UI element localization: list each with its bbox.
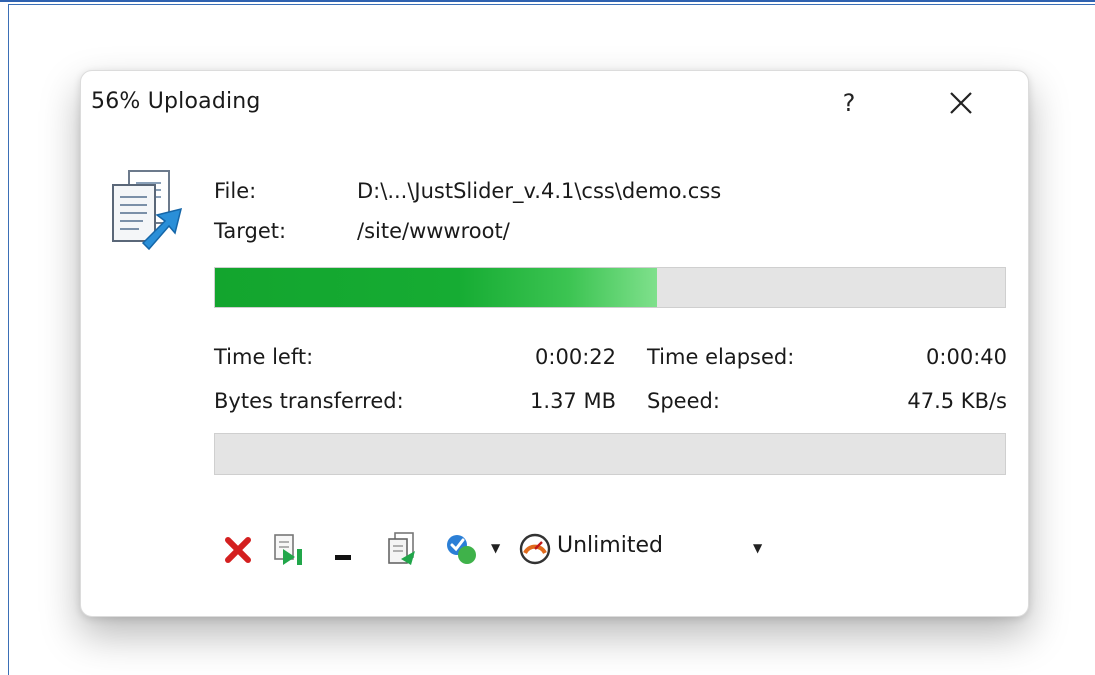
file-progress-fill bbox=[215, 268, 658, 307]
window-top-border bbox=[0, 0, 1095, 2]
time-left-label: Time left: bbox=[214, 345, 314, 369]
close-x-icon bbox=[950, 92, 972, 114]
close-button[interactable] bbox=[941, 85, 981, 121]
background-transfer-icon[interactable] bbox=[385, 529, 421, 569]
skip-file-icon[interactable] bbox=[271, 529, 307, 569]
postpone-dropdown-caret[interactable]: ▼ bbox=[491, 541, 500, 555]
target-path: /site/wwwroot/ bbox=[357, 219, 510, 243]
transfer-toolbar: ▼ Unlimited ▼ bbox=[221, 529, 861, 569]
time-elapsed-label: Time elapsed: bbox=[647, 345, 795, 369]
speed-limit-label[interactable]: Unlimited bbox=[557, 533, 663, 558]
speed-limit-dropdown-caret[interactable]: ▼ bbox=[753, 541, 762, 555]
cancel-icon[interactable] bbox=[221, 529, 255, 569]
dialog-title: 56% Uploading bbox=[91, 89, 261, 114]
speed-label: Speed: bbox=[647, 389, 720, 413]
speed-value: 47.5 KB/s bbox=[907, 389, 1007, 413]
target-label: Target: bbox=[214, 219, 287, 243]
speed-gauge-icon[interactable] bbox=[517, 529, 553, 569]
time-left-value: 0:00:22 bbox=[535, 345, 616, 369]
help-button[interactable]: ? bbox=[829, 85, 869, 121]
bytes-transferred-label: Bytes transferred: bbox=[214, 389, 404, 413]
time-elapsed-value: 0:00:40 bbox=[926, 345, 1007, 369]
bytes-transferred-value: 1.37 MB bbox=[530, 389, 616, 413]
file-label: File: bbox=[214, 179, 257, 203]
upload-progress-dialog: 56% Uploading ? File: D:\...\JustSlider_… bbox=[80, 70, 1029, 617]
upload-files-icon bbox=[112, 170, 183, 251]
postpone-check-icon[interactable] bbox=[443, 529, 481, 569]
file-path: D:\...\JustSlider_v.4.1\css\demo.css bbox=[357, 179, 722, 203]
minimize-icon[interactable] bbox=[331, 529, 355, 569]
total-progress-bar bbox=[214, 433, 1006, 475]
file-progress-bar bbox=[214, 267, 1006, 308]
